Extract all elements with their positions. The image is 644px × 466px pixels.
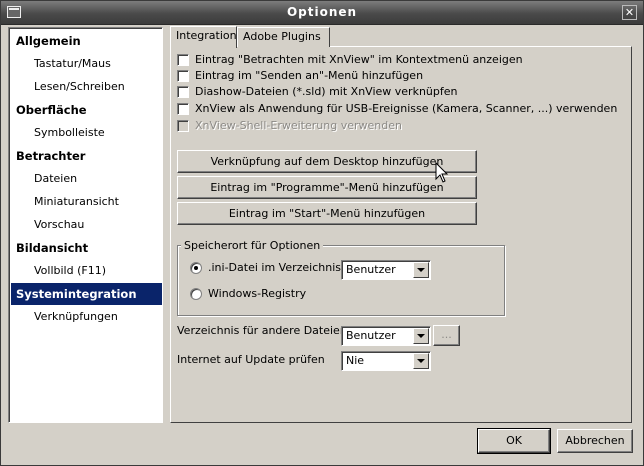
select-value: Nie: [346, 354, 365, 367]
sidebar-item-verknuepfungen[interactable]: Verknüpfungen: [11, 306, 162, 328]
add-desktop-shortcut-button[interactable]: Verknüpfung auf dem Desktop hinzufügen: [177, 150, 477, 173]
storage-location-legend: Speicherort für Optionen: [181, 239, 324, 252]
sidebar-item-vorschau[interactable]: Vorschau: [11, 214, 162, 236]
chevron-down-icon[interactable]: [413, 328, 429, 344]
sidebar-item-miniaturansicht[interactable]: Miniaturansicht: [11, 191, 162, 213]
select-value: Benutzer: [346, 263, 396, 276]
checkbox-box: [177, 120, 189, 132]
sidebar-item-symbolleiste[interactable]: Symbolleiste: [11, 122, 162, 144]
checkbox-label: XnView als Anwendung für USB-Ereignisse …: [195, 102, 618, 115]
chevron-down-icon[interactable]: [413, 262, 429, 278]
checkbox-box[interactable]: [177, 70, 189, 82]
radio-windows-registry[interactable]: [190, 288, 202, 300]
add-start-menu-entry-button[interactable]: Eintrag im "Start"-Menü hinzufügen: [177, 202, 477, 225]
ini-directory-select[interactable]: Benutzer: [341, 260, 431, 280]
other-files-directory-select[interactable]: Benutzer: [341, 326, 431, 346]
sidebar-item-vollbild[interactable]: Vollbild (F11): [11, 260, 162, 282]
tab-integration[interactable]: Integration: [170, 26, 237, 48]
checkbox-label: Eintrag "Betrachten mit XnView" im Konte…: [195, 53, 523, 66]
sidebar-item-dateien[interactable]: Dateien: [11, 168, 162, 190]
sidebar-item-bildansicht[interactable]: Bildansicht: [11, 237, 162, 259]
update-check-select[interactable]: Nie: [341, 351, 431, 371]
cancel-button[interactable]: Abbrechen: [557, 429, 633, 453]
window-title: Optionen: [286, 5, 358, 19]
browse-button[interactable]: ...: [433, 325, 460, 346]
sidebar-item-tastatur-maus[interactable]: Tastatur/Maus: [11, 53, 162, 75]
options-category-list[interactable]: Allgemein Tastatur/Maus Lesen/Schreiben …: [8, 27, 163, 423]
sidebar-item-oberflaeche[interactable]: Oberfläche: [11, 99, 162, 121]
sidebar-item-allgemein[interactable]: Allgemein: [11, 30, 162, 52]
radio-ini-file-label[interactable]: .ini-Datei im Verzeichnis: [208, 261, 341, 274]
radio-ini-file[interactable]: [190, 262, 202, 274]
other-files-directory-label: Verzeichnis für andere Dateien: [177, 324, 347, 337]
title-bar[interactable]: Optionen ✕: [1, 1, 643, 25]
sidebar-item-systemintegration[interactable]: Systemintegration: [11, 283, 162, 305]
storage-location-group: [177, 245, 505, 316]
checkbox-box[interactable]: [177, 86, 189, 98]
checkbox-label: Diashow-Dateien (*.sld) mit XnView verkn…: [195, 85, 458, 98]
update-check-label: Internet auf Update prüfen: [177, 353, 325, 366]
checkbox-label: XnView-Shell-Erweiterung verwenden: [195, 119, 402, 132]
select-value: Benutzer: [346, 329, 396, 342]
checkbox-box[interactable]: [177, 54, 189, 66]
chevron-down-icon[interactable]: [413, 353, 429, 369]
mouse-pointer-icon: [435, 162, 449, 183]
checkbox-label: Eintrag im "Senden an"-Menü hinzufügen: [195, 69, 424, 82]
sidebar-item-lesen-schreiben[interactable]: Lesen/Schreiben: [11, 76, 162, 98]
checkbox-box[interactable]: [177, 103, 189, 115]
radio-windows-registry-label[interactable]: Windows-Registry: [208, 287, 306, 300]
close-button[interactable]: ✕: [622, 5, 637, 20]
add-programs-menu-entry-button[interactable]: Eintrag im "Programme"-Menü hinzufügen: [177, 176, 477, 199]
ok-button[interactable]: OK: [477, 428, 551, 454]
sidebar-item-betrachter[interactable]: Betrachter: [11, 145, 162, 167]
tab-adobe-plugins[interactable]: Adobe Plugins: [237, 27, 330, 47]
